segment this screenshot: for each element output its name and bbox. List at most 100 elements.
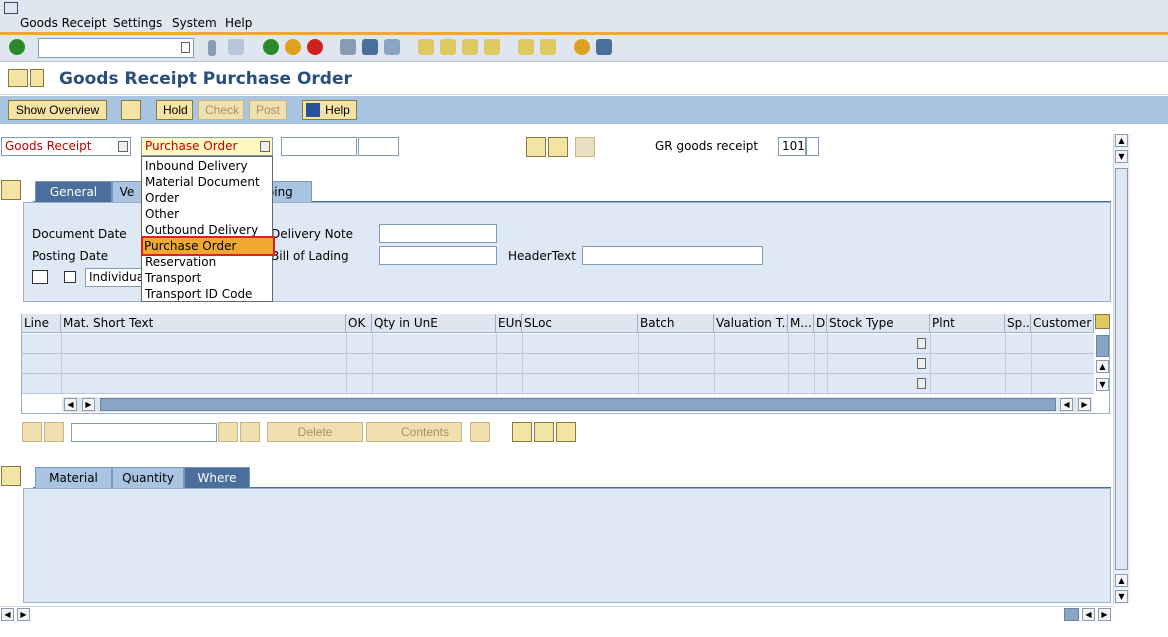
col-customer[interactable]: Customer [1031,314,1094,333]
first-page-icon[interactable] [418,39,434,55]
last-page-icon[interactable] [484,39,500,55]
check-button[interactable]: Check [198,100,244,120]
table-row[interactable] [22,334,1094,354]
col-stock-type[interactable]: Stock Type [827,314,930,333]
tab-material[interactable]: Material [35,467,112,488]
command-dropdown-icon[interactable] [181,42,190,53]
option-reservation[interactable]: Reservation [144,254,272,270]
detail-collapse-icon[interactable] [1,466,21,486]
page-hscrollbar[interactable] [0,606,1112,622]
stock-type-f4-icon[interactable] [917,378,926,389]
tab-general[interactable]: General [35,181,112,202]
col-eun[interactable]: EUn [496,314,522,333]
prev-page-icon[interactable] [440,39,456,55]
page-scroll-up-end-icon[interactable]: ▲ [1115,574,1128,587]
reference-select[interactable]: Purchase Order [141,137,273,156]
next-page-icon[interactable] [462,39,478,55]
print-icon[interactable] [340,39,356,55]
contents-button[interactable]: Contents [366,422,462,442]
col-sloc[interactable]: SLoc [522,314,638,333]
delivery-note-input[interactable] [379,224,497,243]
transfer-item-icon[interactable] [556,422,576,442]
page-scroll-left-end-icon[interactable]: ◀ [1082,608,1095,621]
header-text-input[interactable] [582,246,763,265]
menu-help[interactable]: Help [225,16,252,30]
table-vscroll-thumb[interactable] [1096,335,1109,357]
back-green-icon[interactable] [263,39,279,55]
action-dropdown-icon[interactable] [118,141,128,152]
filter-icon[interactable] [44,422,64,442]
table-find-next-icon[interactable] [240,422,260,442]
table-scroll-down-icon[interactable]: ▼ [1096,378,1109,391]
show-overview-button[interactable]: Show Overview [8,100,107,120]
print-slip-icon[interactable] [32,270,48,284]
page-vscroll-thumb[interactable] [1115,168,1128,570]
option-transport[interactable]: Transport [144,270,272,286]
movement-type-input[interactable]: 101 [778,137,806,156]
bill-of-lading-input[interactable] [379,246,497,265]
enter-checkmark-icon[interactable] [9,39,25,55]
table-scroll-left-icon[interactable]: ◀ [64,398,77,411]
action-select[interactable]: Goods Receipt [1,137,131,156]
stock-type-f4-icon[interactable] [917,338,926,349]
table-scroll-right-icon[interactable]: ▶ [82,398,95,411]
find-icon[interactable] [362,39,378,55]
col-ok[interactable]: OK [346,314,372,333]
save-disk-icon[interactable] [228,39,244,55]
po-number-input[interactable] [281,137,357,156]
search-binoculars-icon[interactable] [548,137,568,157]
table-scroll-up-icon[interactable]: ▲ [1096,360,1109,373]
item-detail-icon[interactable] [575,137,595,157]
table-scroll-right-end-icon[interactable]: ▶ [1078,398,1091,411]
table-scroll-left-end-icon[interactable]: ◀ [1060,398,1073,411]
option-inbound-delivery[interactable]: Inbound Delivery [144,158,272,174]
col-line[interactable]: Line [22,314,61,333]
back-nav-icon[interactable] [208,40,216,56]
col-d[interactable]: D [814,314,827,333]
select-all-icon[interactable] [22,422,42,442]
cancel-red-icon[interactable] [307,39,323,55]
table-search-input[interactable] [71,423,217,442]
option-outbound-delivery[interactable]: Outbound Delivery [144,222,272,238]
table-row[interactable] [22,374,1094,394]
header-collapse-icon[interactable] [1,180,21,200]
tab-quantity[interactable]: Quantity [112,467,184,488]
command-field[interactable] [38,38,194,58]
col-m[interactable]: M... [788,314,814,333]
title-doc-icon[interactable] [30,69,44,87]
option-material-document[interactable]: Material Document [144,174,272,190]
col-sp[interactable]: Sp... [1005,314,1031,333]
page-scroll-down-icon[interactable]: ▼ [1115,590,1128,603]
stock-type-f4-icon[interactable] [917,358,926,369]
movement-indicator-input[interactable] [806,137,819,156]
window-menu-icon[interactable] [4,2,18,14]
option-transport-id-code[interactable]: Transport ID Code [144,286,272,302]
create-session-icon[interactable] [518,39,534,55]
reference-dropdown-icon[interactable] [260,141,270,152]
table-settings-icon[interactable] [1095,314,1110,329]
col-valuation-type[interactable]: Valuation T... [714,314,788,333]
shortcut-icon[interactable] [540,39,556,55]
menu-settings[interactable]: Settings [113,16,162,30]
page-scroll-up-icon[interactable]: ▲ [1115,134,1128,147]
page-scroll-right-small-icon[interactable]: ▶ [17,608,30,621]
col-batch[interactable]: Batch [638,314,714,333]
copy-item-icon[interactable] [512,422,532,442]
expand-icon[interactable] [470,422,490,442]
option-other[interactable]: Other [144,206,272,222]
hold-button[interactable]: Hold [156,100,193,120]
new-doc-icon[interactable] [121,100,141,120]
help-question-icon[interactable] [574,39,590,55]
tab-vendor[interactable]: Ve [112,181,142,202]
menu-system[interactable]: System [172,16,217,30]
exit-yellow-icon[interactable] [285,39,301,55]
menu-goods-receipt[interactable]: Goods Receipt [20,16,106,30]
col-mat-short-text[interactable]: Mat. Short Text [61,314,346,333]
table-hscroll-thumb[interactable] [100,398,1056,411]
tab-where[interactable]: Where [184,467,250,488]
add-item-icon[interactable] [534,422,554,442]
page-hscroll-thumb[interactable] [1064,608,1079,621]
print-slip-checkbox[interactable] [64,271,76,283]
post-button[interactable]: Post [249,100,287,120]
slip-type-select[interactable]: Individual [85,268,147,287]
